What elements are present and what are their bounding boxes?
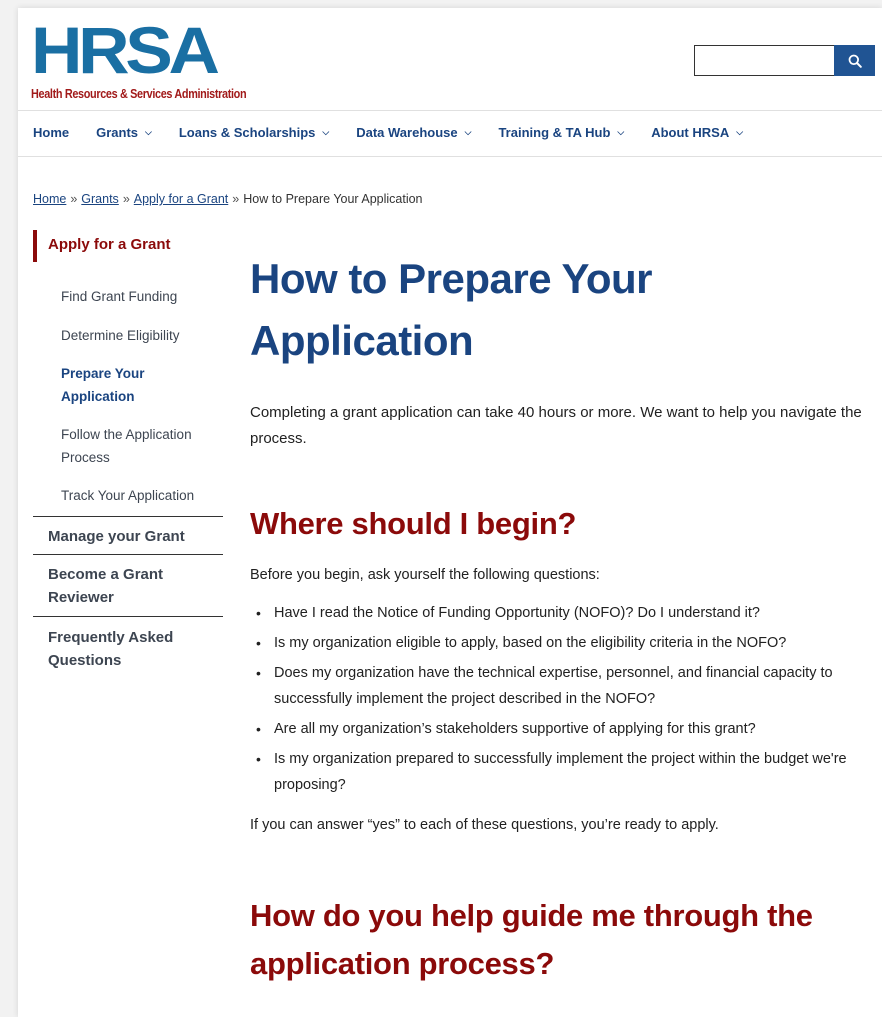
sidebar-item-faq[interactable]: Frequently Asked Questions [33,616,223,672]
chevron-down-icon: ⌵ [617,127,625,137]
breadcrumb-separator: » [232,192,240,206]
site-search [694,45,875,76]
questions-list: Have I read the Notice of Funding Opport… [250,600,870,798]
breadcrumb: Home» Grants» Apply for a Grant» How to Pre… [33,192,423,206]
main-nav: Home Grants ⌵ Loans & Scholarships ⌵ Data … [33,125,770,140]
breadcrumb-link-grants[interactable]: Grants [81,192,119,206]
page: HRSA Health Resources & Services Adminis… [18,8,882,1017]
logo-wordmark: HRSA [31,13,220,87]
nav-divider [18,156,882,157]
main-content: How to Prepare Your Application Completi… [250,248,870,988]
sidebar-item-prepare-application[interactable]: Prepare Your Application [61,362,191,408]
chevron-down-icon: ⌵ [464,127,472,137]
sidebar-item-track-application[interactable]: Track Your Application [61,484,194,507]
nav-label: Loans & Scholarships [178,125,316,140]
sidebar-item-manage-grant[interactable]: Manage your Grant [33,516,223,554]
ready-paragraph: If you can answer “yes” to each of these… [250,817,719,833]
section-heading-where-begin: Where should I begin? [250,506,577,541]
nav-label: Training & TA Hub [498,125,611,140]
list-item: Is my organization eligible to apply, ba… [256,630,870,656]
nav-training-ta-hub[interactable]: Training & TA Hub ⌵ [498,125,624,140]
logo-subtitle: Health Resources & Services Administrati… [31,87,247,101]
nav-loans-scholarships[interactable]: Loans & Scholarships ⌵ [179,125,329,140]
nav-label: Data Warehouse [356,125,458,140]
breadcrumb-link-home[interactable]: Home [33,192,66,206]
search-button[interactable] [834,45,875,76]
header-divider [18,110,882,111]
page-title: How to Prepare Your Application [250,255,653,364]
breadcrumb-link-apply[interactable]: Apply for a Grant [134,192,229,206]
nav-home[interactable]: Home [33,125,69,140]
list-item: Is my organization prepared to successfu… [256,746,870,798]
nav-label: About HRSA [651,125,730,140]
search-icon [848,54,862,68]
nav-label: Grants [96,125,139,140]
list-item: Are all my organization’s stakeholders s… [256,716,870,742]
chevron-down-icon: ⌵ [322,127,330,137]
sidebar-item-determine-eligibility[interactable]: Determine Eligibility [61,324,180,347]
list-item: Have I read the Notice of Funding Opport… [256,600,870,626]
search-input[interactable] [694,45,834,76]
sidebar-item-apply-for-grant[interactable]: Apply for a Grant [33,230,223,262]
sidebar-item-become-reviewer[interactable]: Become a Grant Reviewer [33,554,223,616]
sidebar-item-follow-application-process[interactable]: Follow the Application Process [61,423,211,469]
questions-lead: Before you begin, ask yourself the follo… [250,567,600,583]
sidebar-item-find-grant-funding[interactable]: Find Grant Funding [61,285,177,308]
list-item: Does my organization have the technical … [256,660,870,712]
breadcrumb-separator: » [122,192,130,206]
hrsa-logo[interactable]: HRSA Health Resources & Services Adminis… [31,17,261,101]
nav-label: Home [33,125,70,140]
intro-paragraph: Completing a grant application can take … [250,404,862,447]
breadcrumb-separator: » [70,192,78,206]
nav-data-warehouse[interactable]: Data Warehouse ⌵ [356,125,471,140]
chevron-down-icon: ⌵ [145,127,152,137]
section-heading-guide: How do you help guide me through the app… [250,898,813,981]
section-sidebar: Apply for a Grant Find Grant Funding Det… [33,230,223,669]
chevron-down-icon: ⌵ [736,127,744,137]
nav-grants[interactable]: Grants ⌵ [96,125,152,140]
breadcrumb-current: How to Prepare Your Application [243,192,423,206]
nav-about-hrsa[interactable]: About HRSA ⌵ [651,125,743,140]
